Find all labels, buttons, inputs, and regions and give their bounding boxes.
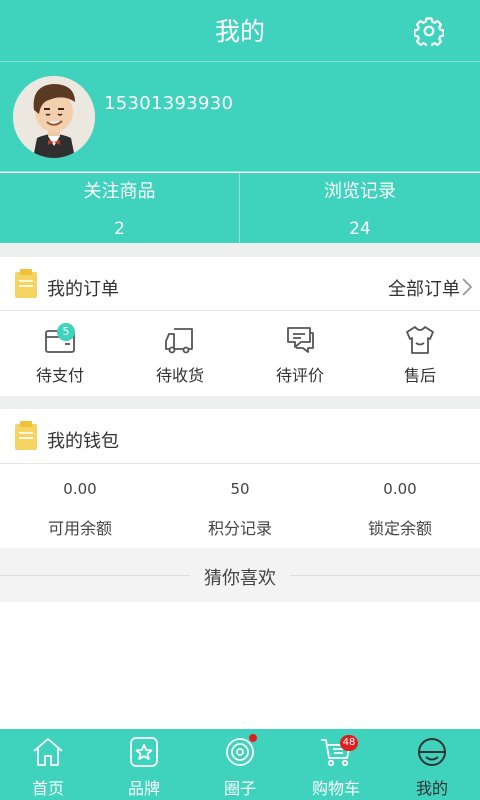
stat-value: 24 [349, 219, 371, 239]
wallet-value: 50 [230, 480, 250, 498]
stat-label: 浏览记录 [324, 181, 396, 202]
section-divider [0, 396, 480, 409]
comment-icon [287, 327, 314, 353]
stats-bar: 关注商品 2 浏览记录 24 [0, 173, 480, 243]
wallet-label: 锁定余额 [367, 519, 432, 538]
tab-label: 购物车 [311, 779, 360, 798]
shirt-icon [406, 326, 434, 354]
order-after-sale[interactable]: 售后 [360, 311, 480, 396]
wallet-label: 可用余额 [47, 519, 112, 538]
browse-history[interactable]: 浏览记录 24 [240, 173, 480, 243]
chevron-right-icon [462, 278, 473, 296]
guess-title: 猜你喜欢 [0, 564, 480, 590]
tab-label: 圈子 [223, 779, 256, 798]
wallet-label: 积分记录 [207, 519, 272, 538]
available-balance[interactable]: 0.00 可用余额 [0, 464, 160, 548]
order-pending-receipt[interactable]: 待收货 [120, 311, 240, 396]
wallet-title: 我的钱包 [47, 431, 119, 452]
order-label: 售后 [403, 366, 436, 385]
order-label: 待支付 [35, 366, 84, 385]
cart-count-badge: 48 [340, 735, 358, 751]
brand-icon [130, 737, 158, 767]
phone-number: 15301393930 [104, 93, 234, 114]
home-icon [33, 738, 63, 766]
avatar[interactable] [13, 76, 95, 158]
gear-icon[interactable] [414, 16, 444, 46]
followed-products[interactable]: 关注商品 2 [0, 173, 240, 243]
stat-value: 2 [114, 219, 125, 239]
guess-label: 猜你喜欢 [190, 568, 290, 589]
tab-circle[interactable]: 圈子 [192, 729, 288, 800]
clipboard-icon [15, 421, 37, 450]
locked-balance[interactable]: 0.00 锁定余额 [320, 464, 480, 548]
tab-home[interactable]: 首页 [0, 729, 96, 800]
order-label: 待收货 [155, 366, 204, 385]
tab-label: 我的 [415, 779, 448, 798]
stat-label: 关注商品 [83, 181, 156, 202]
wallet-row: 0.00 可用余额 50 积分记录 0.00 锁定余额 [0, 464, 480, 548]
orders-title: 我的订单 [47, 279, 119, 300]
wallet-value: 0.00 [383, 480, 417, 498]
tab-label: 首页 [31, 779, 64, 798]
wallet-header[interactable]: 我的钱包 [0, 409, 480, 464]
all-orders-link[interactable]: 全部订单 [388, 275, 460, 301]
page-title: 我的 [214, 17, 265, 46]
order-label: 待评价 [275, 366, 324, 385]
points-record[interactable]: 50 积分记录 [160, 464, 320, 548]
pending-payment-badge: 5 [57, 323, 75, 341]
clipboard-icon [15, 269, 37, 298]
user-avatar-icon [13, 76, 95, 158]
order-pending-payment[interactable]: 5 待支付 [0, 311, 120, 396]
top-header: 我的 [0, 0, 480, 62]
orders-header[interactable]: 我的订单 全部订单 [0, 257, 480, 311]
order-pending-review[interactable]: 待评价 [240, 311, 360, 396]
bottom-tab-bar: 首页 品牌 圈子 48 购物车 我的 [0, 729, 480, 800]
section-divider [0, 243, 480, 257]
tab-mine[interactable]: 我的 [384, 729, 480, 800]
tab-label: 品牌 [127, 779, 160, 798]
tab-brand[interactable]: 品牌 [96, 729, 192, 800]
guess-you-like: 猜你喜欢 [0, 548, 480, 602]
truck-icon [165, 328, 193, 354]
wallet-value: 0.00 [63, 480, 97, 498]
tab-cart[interactable]: 48 购物车 [288, 729, 384, 800]
notification-dot [249, 734, 257, 742]
orders-row: 5 待支付 待收货 待评价 售后 [0, 311, 480, 396]
profile-section: 15301393930 [0, 62, 480, 172]
profile-icon [418, 738, 446, 766]
